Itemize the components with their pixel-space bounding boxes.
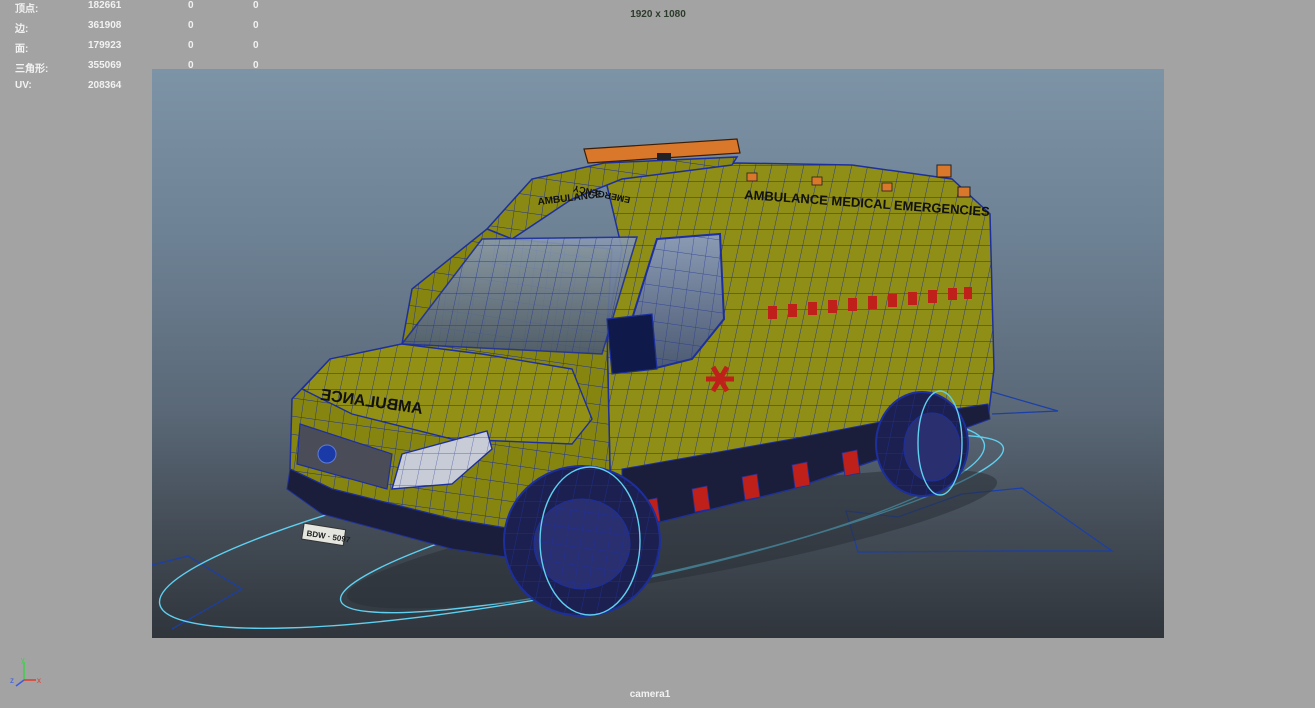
front-wheel (503, 465, 661, 617)
camera-name-label: camera1 (629, 689, 671, 700)
hud-value-total: 182661 (88, 0, 122, 11)
viewport-resolution-gate[interactable]: AMBULANCE MEDICAL EMERGENCIES EMERGENCY … (152, 69, 1164, 638)
hud-value-total: 179923 (88, 40, 122, 51)
hud-value-component: 0 (253, 20, 259, 31)
hud-value-selected: 0 (188, 20, 194, 31)
hud-label: UV: (15, 80, 32, 91)
hud-label: 三角形: (15, 64, 49, 75)
hud-row-edges: 边: 361908 0 0 (0, 20, 280, 35)
hud-value-total: 361908 (88, 20, 122, 31)
hud-value-component: 0 (253, 0, 259, 11)
rear-beacon-right (957, 186, 971, 198)
side-mirror (606, 313, 658, 375)
hud-value-selected: 0 (188, 0, 194, 11)
mercedes-emblem-icon (317, 444, 337, 464)
hud-label: 顶点: (15, 4, 39, 15)
x-axis-label: x (37, 676, 41, 685)
resolution-gate-label: 1920 x 1080 (630, 9, 686, 20)
hud-row-vertices: 顶点: 182661 0 0 (0, 0, 280, 15)
rear-wheel (875, 390, 969, 497)
z-axis-label: z (10, 676, 14, 685)
license-plate: BDW · 5097 (301, 522, 351, 547)
hud-value-total: 355069 (88, 60, 122, 71)
rear-beacon-left (936, 164, 952, 178)
view-axis-gizmo: x y z (10, 657, 41, 687)
hud-value-selected: 0 (188, 40, 194, 51)
hud-value-component: 0 (253, 40, 259, 51)
z-axis-line (15, 679, 25, 687)
hud-value-total: 208364 (88, 80, 122, 91)
hud-row-faces: 面: 179923 0 0 (0, 40, 280, 55)
hud-label: 面: (15, 44, 29, 55)
y-axis-label: y (21, 657, 25, 664)
hud-label: 边: (15, 24, 29, 35)
ambulance-model-viewport[interactable]: AMBULANCE MEDICAL EMERGENCIES EMERGENCY … (152, 69, 1164, 638)
